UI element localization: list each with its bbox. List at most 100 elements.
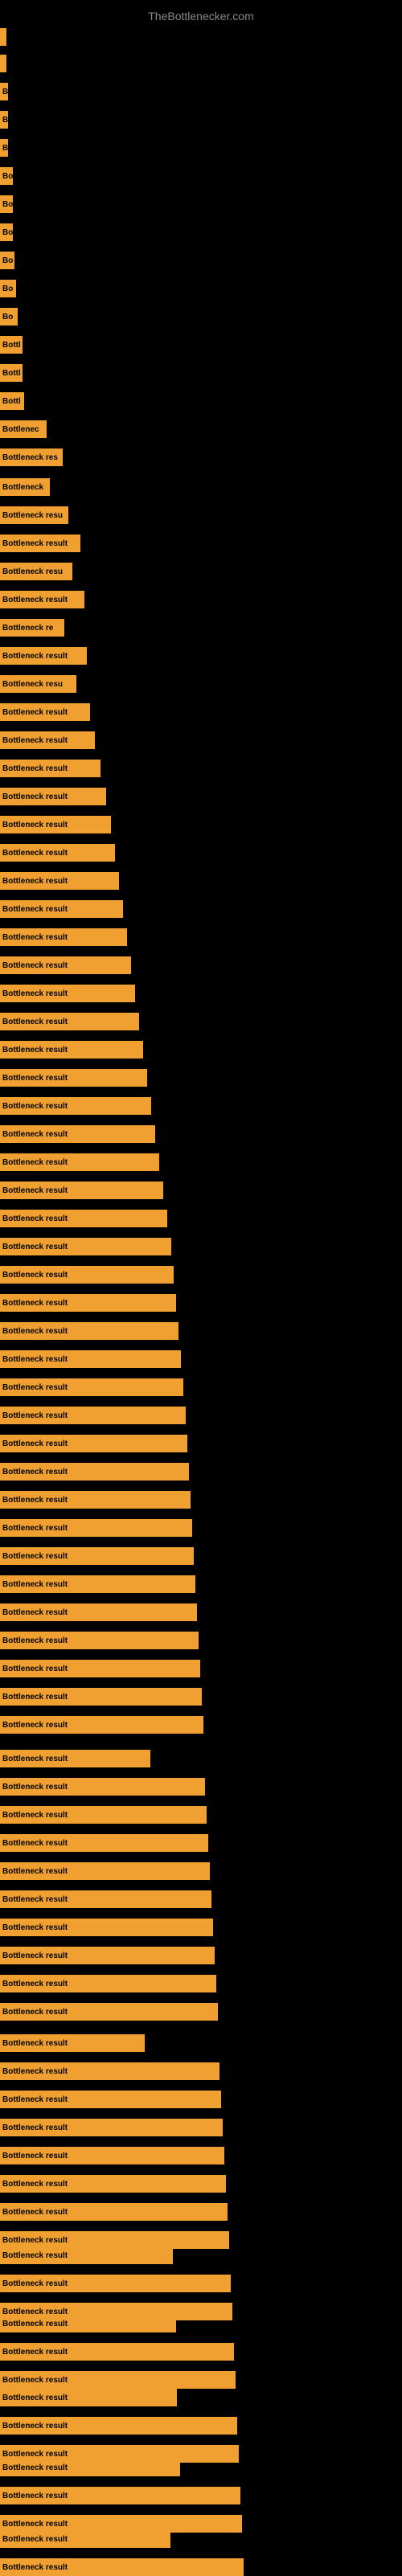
bar-label: Bottleneck result (2, 2123, 68, 2132)
bar-label: Bottleneck result (2, 2251, 68, 2260)
bar-row: Bottleneck result (0, 844, 115, 862)
bar-label: Bottleneck result (2, 961, 68, 970)
bar-label: Bottleneck result (2, 1468, 68, 1476)
bar-row: Bo (0, 308, 18, 326)
bar-label: Bottl (2, 397, 21, 406)
bar-label: Bottleneck result (2, 1783, 68, 1792)
bar-label: Bottleneck result (2, 539, 68, 548)
bar-row: Bottleneck result (0, 2371, 236, 2389)
bar-row: Bottleneck result (0, 1322, 178, 1340)
bar-label: Bottleneck result (2, 1046, 68, 1055)
bar-row: Bottl (0, 364, 23, 382)
bar-label: Bottleneck result (2, 1608, 68, 1617)
bar-label: Bottleneck resu (2, 680, 63, 689)
bar-label: Bottleneck result (2, 2320, 68, 2328)
bar-label: Bottleneck result (2, 2067, 68, 2076)
bar-row: Bottleneck result (0, 1435, 187, 1452)
bar-label: Bottleneck result (2, 1496, 68, 1505)
bar-row: B (0, 111, 8, 129)
bar-label: Bottleneck result (2, 2348, 68, 2357)
bar-label: Bottleneck result (2, 849, 68, 858)
bar-label: Bottleneck result (2, 1811, 68, 1820)
bar-row: Bottleneck result (0, 1210, 167, 1227)
bar-label: Bottleneck result (2, 933, 68, 942)
bar-label: Bottleneck result (2, 2463, 68, 2472)
bar-label: Bottleneck result (2, 1186, 68, 1195)
bar-row: Bottleneck result (0, 1294, 176, 1312)
bar-label: Bottleneck result (2, 1980, 68, 1988)
bar-label: Bottleneck re (2, 624, 53, 633)
bar-row: Bottleneck result (0, 2034, 145, 2052)
bar-row: Bottleneck result (0, 1182, 163, 1199)
bar-row: Bottlenec (0, 420, 47, 438)
bar-row: Bottleneck result (0, 591, 84, 608)
bar-row: B (0, 83, 8, 100)
bar-label: B (2, 116, 8, 125)
bar-row: Bottleneck result (0, 1125, 155, 1143)
bar-row: Bottleneck result (0, 534, 80, 552)
bar-label: Bo (2, 228, 13, 237)
bar-label: Bottleneck resu (2, 567, 63, 576)
bar-row: Bottleneck res (0, 448, 63, 466)
bar-row: Bo (0, 195, 13, 213)
bar-row: Bottleneck result (0, 731, 95, 749)
bar-row: Bottleneck result (0, 2558, 244, 2576)
bar-label: Bottleneck result (2, 2376, 68, 2385)
bar-row: Bottleneck result (0, 2389, 177, 2406)
bar-row: Bottleneck result (0, 2062, 219, 2080)
bar-row: Bottleneck result (0, 2091, 221, 2108)
bar-row: Bottleneck result (0, 1266, 174, 1284)
bar-label: Bottleneck result (2, 1383, 68, 1392)
bar-label: Bottleneck result (2, 2563, 68, 2572)
bar-label: Bottleneck result (2, 1214, 68, 1223)
bar-row: Bottleneck result (0, 1575, 195, 1593)
bar-row: Bo (0, 223, 13, 241)
bar-row: Bottleneck resu (0, 506, 68, 524)
bar-row: Bottleneck result (0, 2343, 234, 2361)
bar-row: Bottleneck result (0, 1806, 207, 1824)
bar-label: Bottleneck result (2, 708, 68, 717)
bar-row: Bottleneck result (0, 1069, 147, 1087)
bars-container: BBBBoBoBoBoBoBoBottlBottlBottlBottlenecB… (0, 0, 402, 2572)
bar-label: Bottleneck result (2, 2236, 68, 2245)
bar-label: Bottleneck (2, 483, 43, 492)
bar-label: Bottleneck result (2, 1243, 68, 1251)
bar-label: Bottleneck result (2, 2180, 68, 2189)
bar-label: Bottleneck res (2, 453, 58, 462)
bar-row: Bottleneck result (0, 1463, 189, 1480)
bar-row: Bottleneck re (0, 619, 64, 637)
bar-row: Bottleneck result (0, 1778, 205, 1796)
bar-label: Bottleneck result (2, 1755, 68, 1763)
bar-row: Bottleneck result (0, 928, 127, 946)
bar-label: Bottleneck result (2, 1440, 68, 1448)
bar-row: Bottleneck result (0, 1041, 143, 1059)
bar-label: Bottleneck result (2, 1867, 68, 1876)
bar-label: Bottleneck result (2, 1895, 68, 1904)
bar-label: Bottlenec (2, 425, 39, 434)
bar-row: Bottleneck result (0, 1632, 199, 1649)
bar-label: Bottleneck result (2, 764, 68, 773)
bar-row: Bottleneck result (0, 1378, 183, 1396)
bar-row: Bottleneck result (0, 816, 111, 833)
bar-label: Bo (2, 172, 13, 181)
bar-row: Bottleneck resu (0, 563, 72, 580)
bar-row: Bottleneck result (0, 703, 90, 721)
bar-row: Bottleneck result (0, 2246, 173, 2264)
bar-label: Bo (2, 200, 13, 209)
bar-row: Bottleneck result (0, 1603, 197, 1621)
bar-label: Bottleneck result (2, 821, 68, 829)
bar-label: Bottleneck result (2, 1355, 68, 1364)
bar-label: Bottleneck result (2, 2520, 68, 2529)
bar-row: Bottleneck result (0, 647, 87, 665)
bar-row: Bottleneck result (0, 1688, 202, 1706)
bar-row: Bottleneck result (0, 985, 135, 1002)
bar-row: Bottleneck result (0, 760, 100, 777)
bar-row: Bottleneck result (0, 2315, 176, 2332)
bar-row: Bottleneck result (0, 2530, 170, 2548)
bar-row: Bottleneck resu (0, 675, 76, 693)
bar-label: Bottleneck result (2, 1923, 68, 1932)
bar-row: Bottleneck result (0, 956, 131, 974)
bar-label: Bottleneck result (2, 2008, 68, 2017)
bar-row: Bottleneck result (0, 1750, 150, 1767)
bar-row: Bottleneck (0, 478, 50, 496)
